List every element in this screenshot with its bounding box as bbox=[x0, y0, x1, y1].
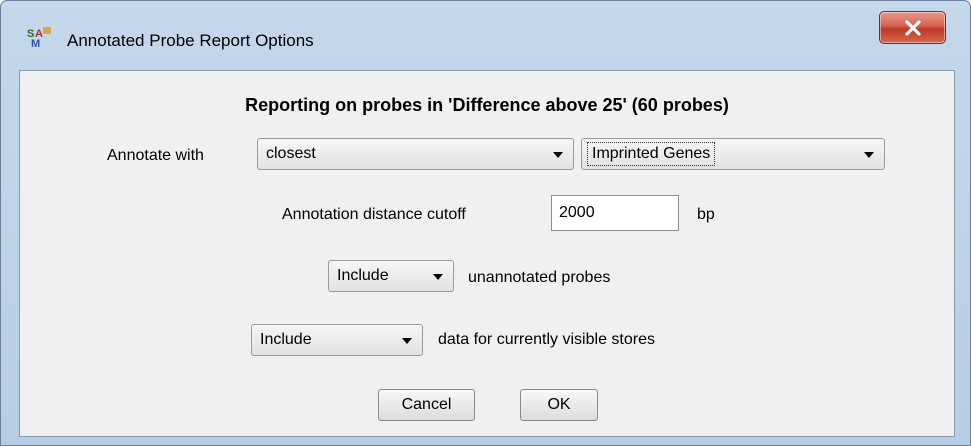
distance-cutoff-field[interactable] bbox=[552, 196, 678, 230]
chevron-down-icon bbox=[864, 152, 874, 158]
distance-cutoff-input[interactable] bbox=[551, 195, 679, 231]
visible-stores-dropdown[interactable]: Include bbox=[251, 324, 423, 356]
distance-unit-label: bp bbox=[697, 206, 715, 223]
app-logo-icon: S A M bbox=[27, 27, 51, 47]
annotate-method-value: closest bbox=[266, 145, 316, 162]
close-button[interactable] bbox=[879, 11, 946, 44]
visible-stores-label: data for currently visible stores bbox=[438, 331, 655, 348]
dialog-window: S A M Annotated Probe Report Options Rep… bbox=[0, 0, 971, 446]
chevron-down-icon bbox=[402, 338, 412, 344]
chevron-down-icon bbox=[553, 152, 563, 158]
distance-cutoff-label: Annotation distance cutoff bbox=[282, 206, 466, 223]
dialog-content: Reporting on probes in 'Difference above… bbox=[19, 70, 955, 437]
annotate-with-label: Annotate with bbox=[107, 147, 204, 164]
ok-button[interactable]: OK bbox=[520, 389, 598, 421]
annotate-feature-value: Imprinted Genes bbox=[586, 142, 716, 166]
cancel-button[interactable]: Cancel bbox=[378, 389, 475, 421]
unannotated-label: unannotated probes bbox=[468, 269, 611, 286]
annotate-feature-dropdown[interactable]: Imprinted Genes bbox=[581, 138, 885, 170]
title-bar: S A M Annotated Probe Report Options bbox=[1, 1, 970, 50]
unannotated-value: Include bbox=[337, 267, 389, 284]
annotate-method-dropdown[interactable]: closest bbox=[257, 138, 574, 170]
window-title: Annotated Probe Report Options bbox=[67, 31, 314, 50]
report-heading: Reporting on probes in 'Difference above… bbox=[245, 95, 729, 115]
close-icon bbox=[905, 20, 921, 36]
svg-text:M: M bbox=[31, 38, 40, 47]
chevron-down-icon bbox=[433, 274, 443, 280]
visible-stores-value: Include bbox=[260, 331, 312, 348]
unannotated-dropdown[interactable]: Include bbox=[328, 260, 454, 292]
